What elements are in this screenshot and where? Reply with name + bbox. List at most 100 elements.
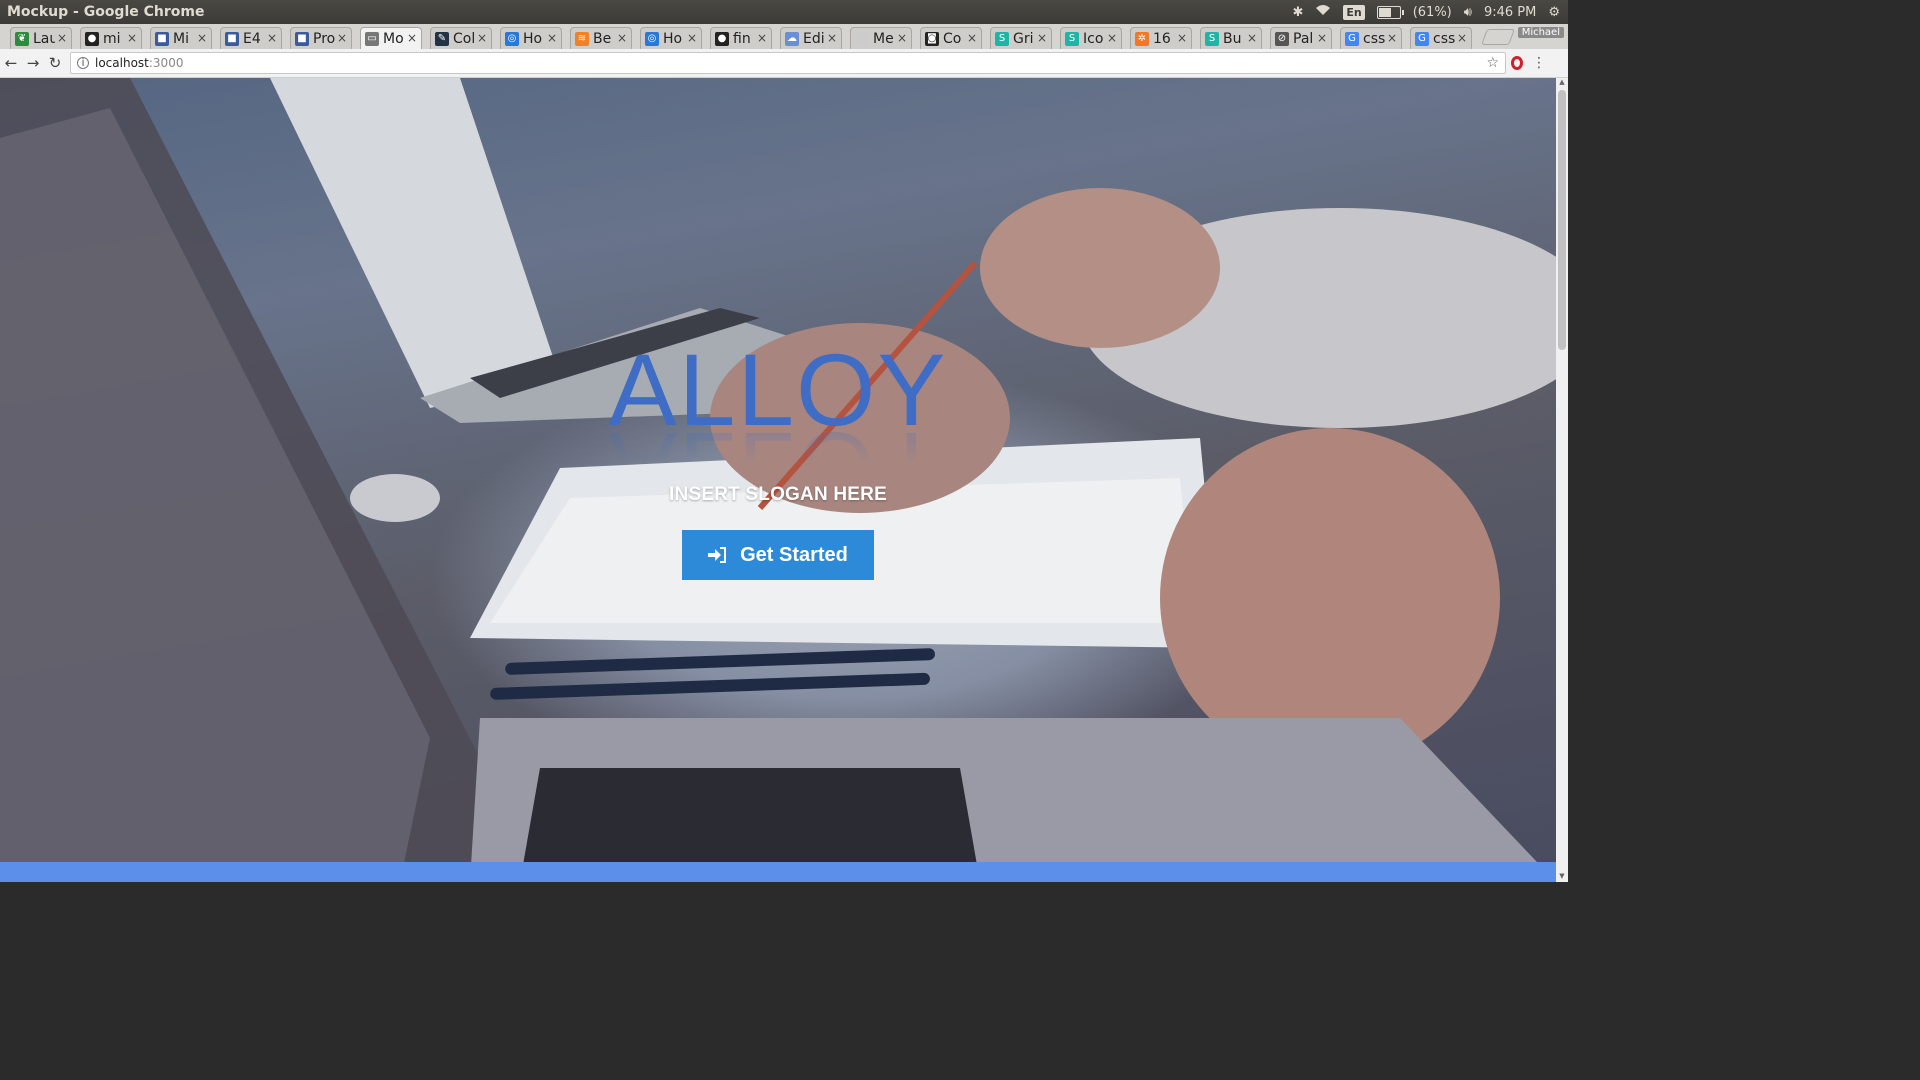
os-top-bar: Mockup - Google Chrome ✱ En (61%) 🔊︎ 9:4… [0,0,1568,24]
browser-tab[interactable]: ≋ Be × [570,27,632,49]
hubspot-icon: ✲ [1135,31,1149,46]
battery-icon[interactable] [1376,5,1404,19]
tab-close-icon[interactable]: × [897,31,907,45]
s-icon: S [995,31,1009,46]
spiral-icon: ◎ [505,31,519,46]
sign-in-icon [708,547,727,563]
tab-label: Pal [1293,30,1314,47]
tab-label: css [1433,30,1455,47]
doc-icon: ■ [225,31,239,46]
power-gear-icon[interactable]: ⚙ [1548,5,1560,20]
tab-close-icon[interactable]: × [57,31,67,45]
tab-label: Me [873,30,894,47]
stack-icon: ≋ [575,31,589,46]
compass-icon: ⊘ [1275,31,1289,46]
forward-arrow-icon[interactable]: → [22,52,44,74]
tab-close-icon[interactable]: × [1387,31,1397,45]
browser-tab[interactable]: ▭ Mo × [360,27,422,49]
profile-button[interactable]: Michael [1517,27,1564,38]
browser-tab[interactable]: ■ Mi × [150,27,212,49]
tab-close-icon[interactable]: × [1177,31,1187,45]
leaf-icon: ❦ [15,31,29,46]
browser-tab[interactable]: ● fin × [710,27,772,49]
next-section-strip [0,862,1556,882]
s-icon: S [1205,31,1219,46]
tab-close-icon[interactable]: × [407,31,417,45]
tab-close-icon[interactable]: × [1457,31,1467,45]
tab-close-icon[interactable]: × [687,31,697,45]
browser-tab[interactable]: ◎ Ho × [500,27,562,49]
browser-tab[interactable]: ◎ Ho × [640,27,702,49]
tab-close-icon[interactable]: × [1247,31,1257,45]
bookmark-star-icon[interactable]: ☆ [1486,55,1499,71]
browser-tab[interactable]: ✲ 16 × [1130,27,1192,49]
browser-tab[interactable]: ⊘ Pal × [1270,27,1332,49]
scrollbar-thumb[interactable] [1558,90,1566,350]
doc-icon: ■ [295,31,309,46]
settings-gear-icon[interactable]: ✱ [1292,5,1303,20]
tab-close-icon[interactable]: × [617,31,627,45]
spiral-icon: ◎ [645,31,659,46]
back-arrow-icon[interactable]: ← [0,52,22,74]
tab-close-icon[interactable]: × [547,31,557,45]
tab-label: Col [453,30,475,47]
browser-tab[interactable]: Gcss × [1410,27,1472,49]
tab-close-icon[interactable]: × [1037,31,1047,45]
tab-label: Gri [1013,30,1034,47]
tab-close-icon[interactable]: × [1107,31,1117,45]
clock[interactable]: 9:46 PM [1484,5,1536,20]
tab-close-icon[interactable]: × [827,31,837,45]
tab-close-icon[interactable]: × [967,31,977,45]
tab-close-icon[interactable]: × [267,31,277,45]
tab-label: Bu [1223,30,1242,47]
tab-label: Mi [173,30,189,47]
tab-label: Ho [663,30,683,47]
browser-tab[interactable]: ✎ Col × [430,27,492,49]
page-scrollbar[interactable]: ▲ ▼ [1556,78,1568,882]
browser-tab[interactable]: ❦ Lau × [10,27,72,49]
address-bar[interactable]: i localhost:3000 ☆ [70,52,1506,74]
hero-content: ALLOY ALLOY INSERT SLOGAN HERE Get Start… [0,339,1556,580]
browser-tab[interactable]: ☁ Edi × [780,27,842,49]
tab-close-icon[interactable]: × [337,31,347,45]
keyboard-language-indicator[interactable]: En [1343,4,1365,20]
url-host: localhost [95,56,149,70]
browser-tab[interactable]: Me × [850,27,912,49]
tab-close-icon[interactable]: × [197,31,207,45]
tab-label: Pro [313,30,335,47]
browser-tab[interactable]: ■ E4 × [220,27,282,49]
tab-label: E4 [243,30,261,47]
tab-close-icon[interactable]: × [127,31,137,45]
wifi-icon[interactable] [1315,4,1331,20]
chrome-menu-icon[interactable]: ⋮ [1528,55,1550,71]
browser-tab[interactable]: S Bu × [1200,27,1262,49]
get-started-button[interactable]: Get Started [682,530,874,580]
edit-icon: ✎ [435,31,449,46]
opera-extension-icon[interactable] [1506,56,1528,70]
browser-tab[interactable]: ◙ Co × [920,27,982,49]
tab-label: Co [943,30,962,47]
browser-tab[interactable]: S Gri × [990,27,1052,49]
brand-title: ALLOY [608,333,948,447]
tab-close-icon[interactable]: × [477,31,487,45]
tab-close-icon[interactable]: × [757,31,767,45]
tab-label: Ico [1083,30,1104,47]
hero-slogan: INSERT SLOGAN HERE [669,484,887,505]
browser-tab[interactable]: ■ Pro × [290,27,352,49]
tab-label: fin [733,30,751,47]
scroll-up-icon[interactable]: ▲ [1556,78,1568,88]
volume-icon[interactable]: 🔊︎ [1464,5,1472,20]
scroll-down-icon[interactable]: ▼ [1556,872,1568,882]
site-info-icon[interactable]: i [77,57,89,69]
tab-close-icon[interactable]: × [1317,31,1327,45]
page-viewport: ALLOY ALLOY INSERT SLOGAN HERE Get Start… [0,78,1556,882]
browser-tab[interactable]: S Ico × [1060,27,1122,49]
browser-toolbar: ← → ↻ i localhost:3000 ☆ ⋮ [0,49,1568,78]
browser-tab[interactable]: ● mi × [80,27,142,49]
url-port: :3000 [148,56,184,70]
system-indicators: ✱ En (61%) 🔊︎ 9:46 PM ⚙ [1292,4,1560,20]
brand-logo: ALLOY ALLOY [609,339,948,525]
reload-icon[interactable]: ↻ [44,52,66,74]
new-tab-button[interactable] [1481,29,1515,45]
browser-tab[interactable]: Gcss × [1340,27,1402,49]
